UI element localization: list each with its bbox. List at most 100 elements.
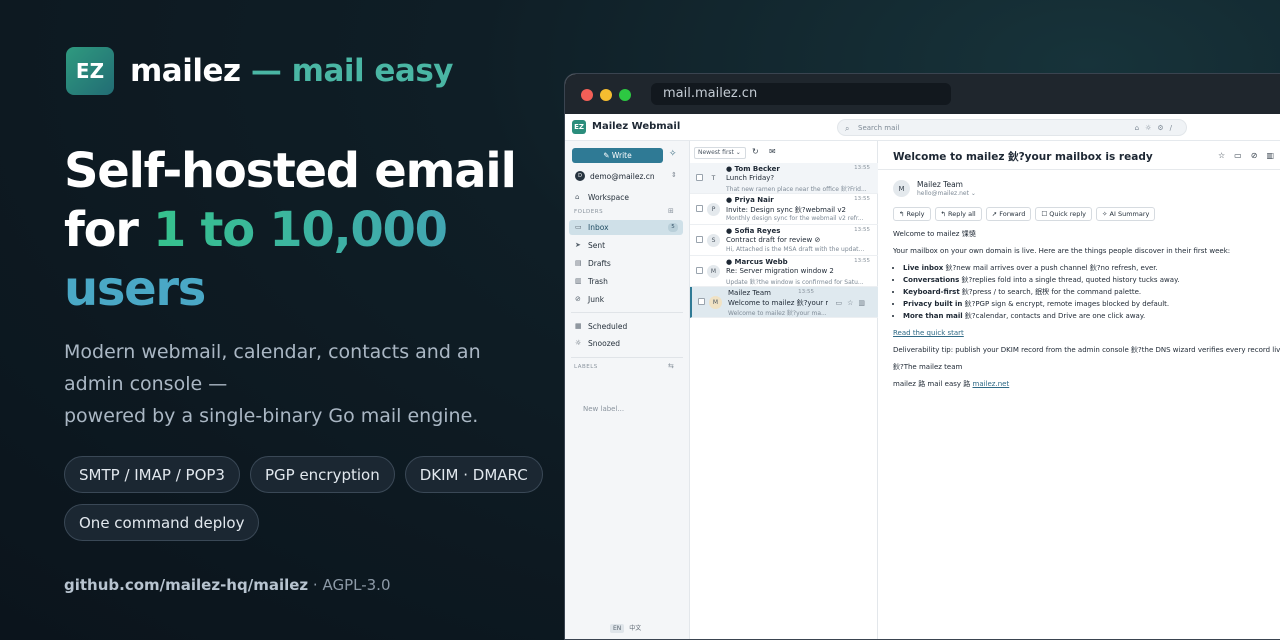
hero-title-for: for <box>64 202 154 258</box>
sidebar-item-snoozed[interactable]: ☼ Snoozed <box>569 336 683 351</box>
browser-window: mail.mailez.cn EZ Mailez Webmail ⌕ Searc… <box>564 73 1280 640</box>
language-switcher[interactable]: EN 中文 <box>610 623 641 633</box>
account-email: demo@mailez.cn <box>590 171 655 181</box>
star-icon[interactable]: ☆ <box>847 299 858 307</box>
message-preview: Hi, Attached is the MSA draft with the u… <box>726 246 865 253</box>
archive-icon[interactable]: ▭ <box>1234 151 1251 160</box>
intro-text: Your mailbox on your own domain is live.… <box>893 247 1231 255</box>
hero-subtitle-line2: powered by a single-binary Go mail engin… <box>64 405 479 427</box>
feature-chips: SMTP / IMAP / POP3 PGP encryption DKIM ·… <box>64 456 544 541</box>
list-item[interactable]: S ● Sofia Reyes 13:55 Contract draft for… <box>690 225 878 256</box>
labels-heading: LABELS <box>574 364 598 370</box>
quick-start-link[interactable]: Read the quick start <box>893 329 964 337</box>
row-checkbox[interactable] <box>696 267 703 274</box>
sidebar-item-label: Sent <box>588 241 606 250</box>
sidebar-item-trash[interactable]: ▥ Trash <box>569 274 683 289</box>
write-button[interactable]: ✎ Write <box>572 148 663 163</box>
mail-icon[interactable]: ✉ <box>769 147 776 156</box>
sidebar-item-sent[interactable]: ➤ Sent <box>569 238 683 253</box>
search-placeholder: Search mail <box>858 124 900 132</box>
account-switcher[interactable]: D demo@mailez.cn <box>575 171 655 181</box>
message-list: Newest first ⌄ ↻ ✉ T ● Tom Becker 13:55 … <box>690 141 878 639</box>
row-checkbox[interactable] <box>698 298 705 305</box>
avatar: P <box>707 203 720 216</box>
app-topbar: EZ Mailez Webmail ⌕ Search mail ⌂☼⚙/ <box>565 114 1280 141</box>
delete-icon[interactable]: ▥ <box>858 299 870 307</box>
maximize-window-icon[interactable] <box>619 89 631 101</box>
search-input[interactable]: ⌕ Search mail ⌂☼⚙/ <box>837 119 1187 136</box>
browser-titlebar: mail.mailez.cn <box>565 74 1280 114</box>
list-item[interactable]: P ● Priya Nair 13:55 Invite: Design sync… <box>690 194 878 225</box>
sidebar-item-label: Trash <box>588 277 608 286</box>
avatar: M <box>707 265 720 278</box>
feature-chip: One command deploy <box>64 504 260 541</box>
forward-button[interactable]: ➚ Forward <box>985 207 1032 221</box>
hero-subtitle-line1: Modern webmail, calendar, contacts and a… <box>64 341 481 395</box>
footer-link[interactable]: mailez.net <box>973 380 1010 388</box>
message-time: 13:55 <box>854 227 870 233</box>
refresh-icon[interactable]: ↻ <box>752 147 759 156</box>
brand-name-text: mailez <box>130 53 241 89</box>
add-folder-icon[interactable]: ⊞ <box>668 207 674 215</box>
calendar-icon: ▦ <box>575 322 582 330</box>
message-subject: Contract draft for review ⊘ <box>726 236 821 244</box>
ai-summary-button[interactable]: ✧ AI Summary <box>1096 207 1156 221</box>
reply-all-button[interactable]: ↰ Reply all <box>934 207 982 221</box>
feature-name: Keyboard-first <box>903 288 960 296</box>
deliverability-tip: Deliverability tip: publish your DKIM re… <box>893 346 1280 354</box>
manage-labels-icon[interactable]: ⇆ <box>668 362 674 370</box>
repo-footer: github.com/mailez-hq/mailez · AGPL-3.0 <box>64 576 391 594</box>
mailez-logo: EZ <box>66 47 114 95</box>
sidebar-item-label: Junk <box>588 295 605 304</box>
sidebar-item-scheduled[interactable]: ▦ Scheduled <box>569 319 683 334</box>
row-checkbox[interactable] <box>696 174 703 181</box>
sort-select[interactable]: Newest first ⌄ <box>694 147 746 159</box>
archive-icon[interactable]: ▭ <box>835 299 847 307</box>
reading-toolbar: ☆▭⊘▥ <box>1218 151 1280 160</box>
address-bar[interactable]: mail.mailez.cn <box>651 83 951 105</box>
row-checkbox[interactable] <box>696 205 703 212</box>
sidebar-item-label: Drafts <box>588 259 611 268</box>
hero-title-range: 1 to 10,000 <box>153 202 448 258</box>
list-item: More than mail 鈥?calendar, contacts and … <box>903 312 1280 321</box>
license-text: · AGPL-3.0 <box>308 576 391 594</box>
reply-button[interactable]: ↰ Reply <box>893 207 931 221</box>
feature-name: Privacy built in <box>903 300 963 308</box>
app-logo: EZ <box>572 120 586 134</box>
close-window-icon[interactable] <box>581 89 593 101</box>
message-preview: Update 鈥?the window is confirmed for Sat… <box>726 279 864 286</box>
list-item-selected[interactable]: M Mailez Team 13:55 Welcome to mailez 鈥?… <box>690 287 878 318</box>
feature-chip: DKIM · DMARC <box>404 456 543 493</box>
row-checkbox[interactable] <box>696 236 703 243</box>
brand-name: mailez — mail easy <box>130 53 454 89</box>
star-icon[interactable]: ☆ <box>1218 151 1234 160</box>
new-label-input[interactable]: New label... <box>583 405 624 413</box>
reply-actions: ↰ Reply ↰ Reply all ➚ Forward ☐ Quick re… <box>893 207 1156 221</box>
sender-address[interactable]: hello@mailez.net ⌄ <box>917 190 976 197</box>
folders-heading: FOLDERS <box>574 209 604 215</box>
sidebar-item-junk[interactable]: ⊘ Junk <box>569 292 683 307</box>
sidebar-item-workspace[interactable]: ⌂ Workspace <box>569 190 683 205</box>
divider <box>571 312 683 313</box>
quick-reply-button[interactable]: ☐ Quick reply <box>1035 207 1093 221</box>
ai-compose-icon[interactable]: ✧ <box>669 149 677 159</box>
search-tools-icons[interactable]: ⌂☼⚙/ <box>1135 120 1178 136</box>
sidebar-item-inbox[interactable]: ▭ Inbox 5 <box>569 220 683 235</box>
sidebar-item-drafts[interactable]: ▤ Drafts <box>569 256 683 271</box>
block-icon[interactable]: ⊘ <box>1251 151 1267 160</box>
repo-link[interactable]: github.com/mailez-hq/mailez <box>64 576 308 594</box>
list-item[interactable]: T ● Tom Becker 13:55 Lunch Friday? That … <box>690 163 878 194</box>
snooze-icon: ☼ <box>575 339 582 347</box>
feature-desc: 鈥?PGP sign & encrypt, remote images bloc… <box>962 300 1170 308</box>
message-title: Welcome to mailez 鈥?your mailbox is read… <box>893 151 1153 163</box>
lang-zh[interactable]: 中文 <box>629 625 641 632</box>
minimize-window-icon[interactable] <box>600 89 612 101</box>
lang-en[interactable]: EN <box>610 624 625 633</box>
divider <box>571 357 683 358</box>
sidebar-item-label: Workspace <box>588 193 629 202</box>
delete-icon[interactable]: ▥ <box>1266 151 1280 160</box>
list-item[interactable]: M ● Marcus Webb 13:55 Re: Server migrati… <box>690 256 878 287</box>
message-time: 13:55 <box>854 258 870 264</box>
sidebar-item-label: Snoozed <box>588 339 621 348</box>
chevron-updown-icon[interactable]: ⇕ <box>671 171 677 179</box>
